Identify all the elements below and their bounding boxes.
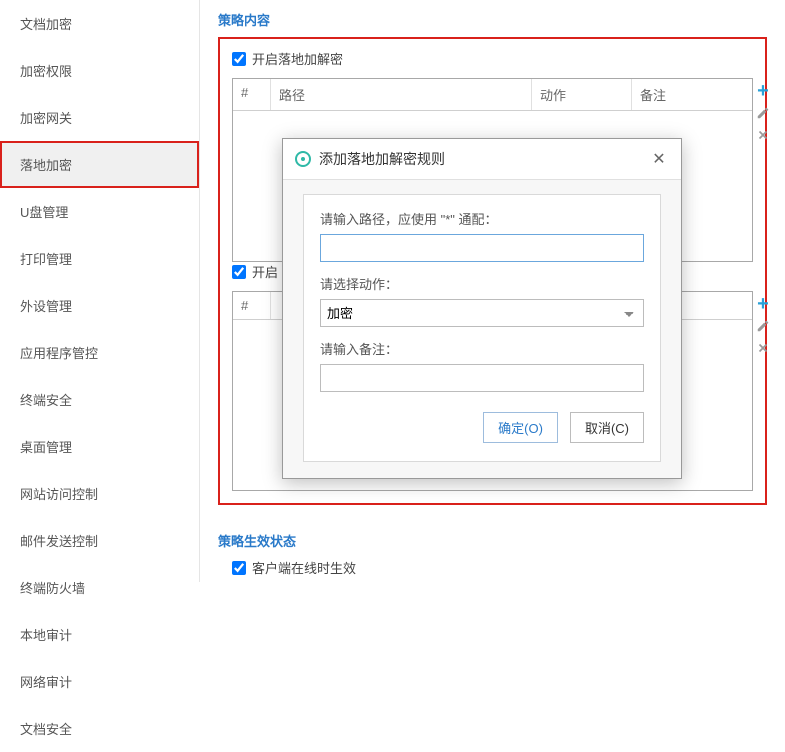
sidebar-item-terminal-sec[interactable]: 终端安全: [0, 376, 199, 423]
sidebar-item-landing-encrypt[interactable]: 落地加密: [0, 141, 199, 188]
sidebar-item-doc-encrypt[interactable]: 文档加密: [0, 0, 199, 47]
add-rule-dialog: 添加落地加解密规则 ✕ 请输入路径，应使用 "*" 通配： 请选择动作： 加密 …: [282, 138, 682, 479]
note-input[interactable]: [320, 364, 644, 392]
enable-landing-label: 开启落地加解密: [252, 49, 343, 68]
close-icon[interactable]: ✕: [649, 149, 669, 169]
delete-icon[interactable]: [754, 339, 772, 357]
table1-tools: +: [753, 78, 773, 144]
th-action: 动作: [532, 79, 632, 110]
dialog-icon: [295, 151, 311, 167]
add-icon[interactable]: +: [754, 295, 772, 313]
table2-tools: +: [753, 291, 773, 357]
add-icon[interactable]: +: [754, 82, 772, 100]
edit-icon[interactable]: [754, 104, 772, 122]
action-label: 请选择动作：: [320, 274, 644, 293]
dialog-header: 添加落地加解密规则 ✕: [283, 139, 681, 180]
sidebar-item-usb[interactable]: U盘管理: [0, 188, 199, 235]
dialog-body: 请输入路径，应使用 "*" 通配： 请选择动作： 加密 请输入备注： 确定(O)…: [283, 180, 681, 478]
sidebar-item-doc-sec[interactable]: 文档安全: [0, 705, 199, 752]
enable-landing-checkbox[interactable]: [232, 52, 246, 66]
enable-label-2: 开启: [252, 262, 278, 281]
path-label: 请输入路径，应使用 "*" 通配：: [320, 209, 644, 228]
sidebar: 文档加密 加密权限 加密网关 落地加密 U盘管理 打印管理 外设管理 应用程序管…: [0, 0, 200, 582]
sidebar-item-mail[interactable]: 邮件发送控制: [0, 517, 199, 564]
section-title-status: 策略生效状态: [218, 527, 767, 550]
th2-num: #: [233, 292, 271, 319]
dialog-title: 添加落地加解密规则: [319, 149, 649, 169]
enable-row-2[interactable]: 开启: [232, 262, 278, 281]
enable-checkbox-2[interactable]: [232, 265, 246, 279]
edit-icon[interactable]: [754, 317, 772, 335]
client-online-label: 客户端在线时生效: [252, 558, 356, 577]
sidebar-item-print[interactable]: 打印管理: [0, 235, 199, 282]
action-select[interactable]: 加密: [320, 299, 644, 327]
note-label: 请输入备注：: [320, 339, 644, 358]
client-online-checkbox[interactable]: [232, 561, 246, 575]
ok-button[interactable]: 确定(O): [483, 412, 558, 443]
section-title-content: 策略内容: [218, 6, 767, 29]
sidebar-item-local-audit[interactable]: 本地审计: [0, 611, 199, 658]
th-path: 路径: [271, 79, 532, 110]
cancel-button[interactable]: 取消(C): [570, 412, 644, 443]
sidebar-item-peripheral[interactable]: 外设管理: [0, 282, 199, 329]
client-online-row[interactable]: 客户端在线时生效: [232, 558, 356, 577]
sidebar-item-encrypt-gw[interactable]: 加密网关: [0, 94, 199, 141]
path-input[interactable]: [320, 234, 644, 262]
sidebar-item-app-control[interactable]: 应用程序管控: [0, 329, 199, 376]
enable-landing-row[interactable]: 开启落地加解密: [232, 49, 343, 68]
table1-header: # 路径 动作 备注: [233, 79, 752, 111]
sidebar-item-desktop[interactable]: 桌面管理: [0, 423, 199, 470]
th-num: #: [233, 79, 271, 110]
sidebar-item-firewall[interactable]: 终端防火墙: [0, 564, 199, 611]
sidebar-item-net-audit[interactable]: 网络审计: [0, 658, 199, 705]
sidebar-item-encrypt-perm[interactable]: 加密权限: [0, 47, 199, 94]
th-note: 备注: [632, 79, 752, 110]
sidebar-item-web-access[interactable]: 网站访问控制: [0, 470, 199, 517]
delete-icon[interactable]: [754, 126, 772, 144]
